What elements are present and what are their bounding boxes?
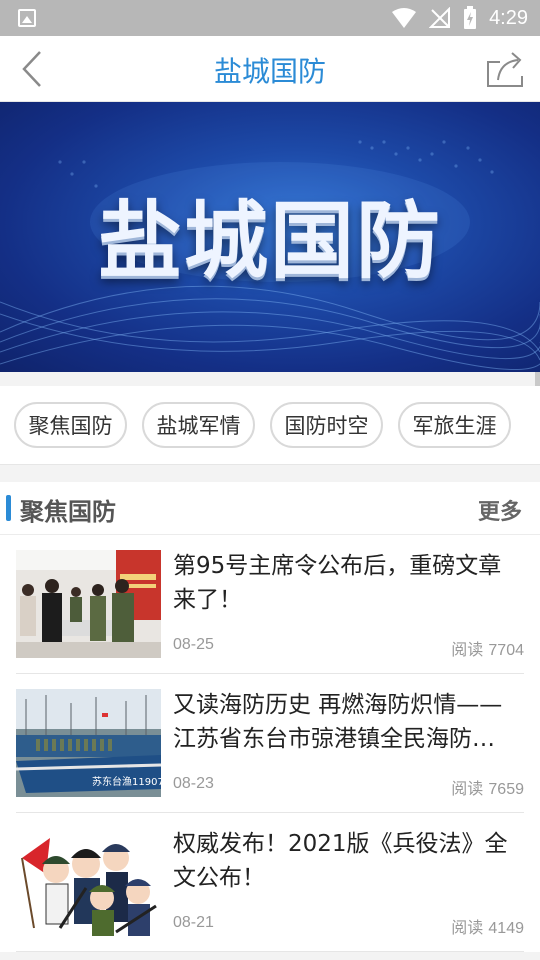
tab-defense-history[interactable]: 国防时空 bbox=[270, 402, 383, 448]
tab-focus-defense[interactable]: 聚焦国防 bbox=[14, 402, 127, 448]
news-list: 第95号主席令公布后，重磅文章来了！ 08-25 阅读 7704 苏东台渔119… bbox=[0, 535, 540, 952]
news-read-count: 阅读 7704 bbox=[451, 640, 524, 659]
news-item[interactable]: 苏东台渔11907 又读海防历史 再燃海防炽情——江苏省东台市弶港镇全民海防… … bbox=[16, 674, 524, 813]
status-time: 4:29 bbox=[489, 6, 528, 29]
tab-military-career[interactable]: 军旅生涯 bbox=[398, 402, 511, 448]
news-item[interactable]: 第95号主席令公布后，重磅文章来了！ 08-25 阅读 7704 bbox=[16, 535, 524, 674]
news-thumbnail: 苏东台渔11907 bbox=[16, 689, 161, 797]
no-signal-icon bbox=[429, 7, 451, 28]
news-date: 08-21 bbox=[173, 914, 214, 931]
section-divider bbox=[0, 372, 540, 386]
hero-banner[interactable]: 盐城国防 bbox=[0, 102, 540, 372]
news-date: 08-25 bbox=[173, 636, 214, 653]
news-item[interactable]: 权威发布！2021版《兵役法》全文公布！ 08-21 阅读 4149 bbox=[16, 813, 524, 952]
bottom-divider bbox=[0, 952, 540, 960]
status-bar: 4:29 bbox=[0, 0, 540, 36]
boat-label: 苏东台渔11907 bbox=[92, 775, 161, 788]
top-app-bar: 盐城国防 bbox=[0, 36, 540, 102]
section-divider bbox=[0, 464, 540, 482]
news-title: 权威发布！2021版《兵役法》全文公布！ bbox=[173, 831, 508, 891]
banner-title: 盐城国防 bbox=[97, 192, 442, 290]
page-title: 盐城国防 bbox=[213, 55, 326, 88]
image-notification-icon bbox=[18, 9, 36, 27]
news-read-count: 阅读 7659 bbox=[451, 779, 524, 798]
news-date: 08-23 bbox=[173, 775, 214, 792]
share-icon[interactable] bbox=[484, 48, 528, 90]
section-accent-bar bbox=[6, 495, 11, 521]
section-header: 聚焦国防 更多 bbox=[0, 482, 540, 535]
news-thumbnail bbox=[16, 550, 161, 658]
more-link[interactable]: 更多 bbox=[478, 494, 522, 526]
category-tabs: 聚焦国防 盐城军情 国防时空 军旅生涯 bbox=[0, 386, 540, 464]
wifi-icon bbox=[392, 8, 417, 28]
section-title: 聚焦国防 bbox=[20, 498, 116, 526]
news-title: 又读海防历史 再燃海防炽情——江苏省东台市弶港镇全民海防… bbox=[173, 692, 503, 752]
battery-charging-icon bbox=[464, 6, 477, 29]
tab-yancheng-military[interactable]: 盐城军情 bbox=[142, 402, 255, 448]
news-thumbnail bbox=[16, 828, 161, 936]
status-icons: 4:29 bbox=[391, 5, 528, 31]
news-title: 第95号主席令公布后，重磅文章来了！ bbox=[173, 553, 502, 613]
news-read-count: 阅读 4149 bbox=[451, 918, 524, 937]
